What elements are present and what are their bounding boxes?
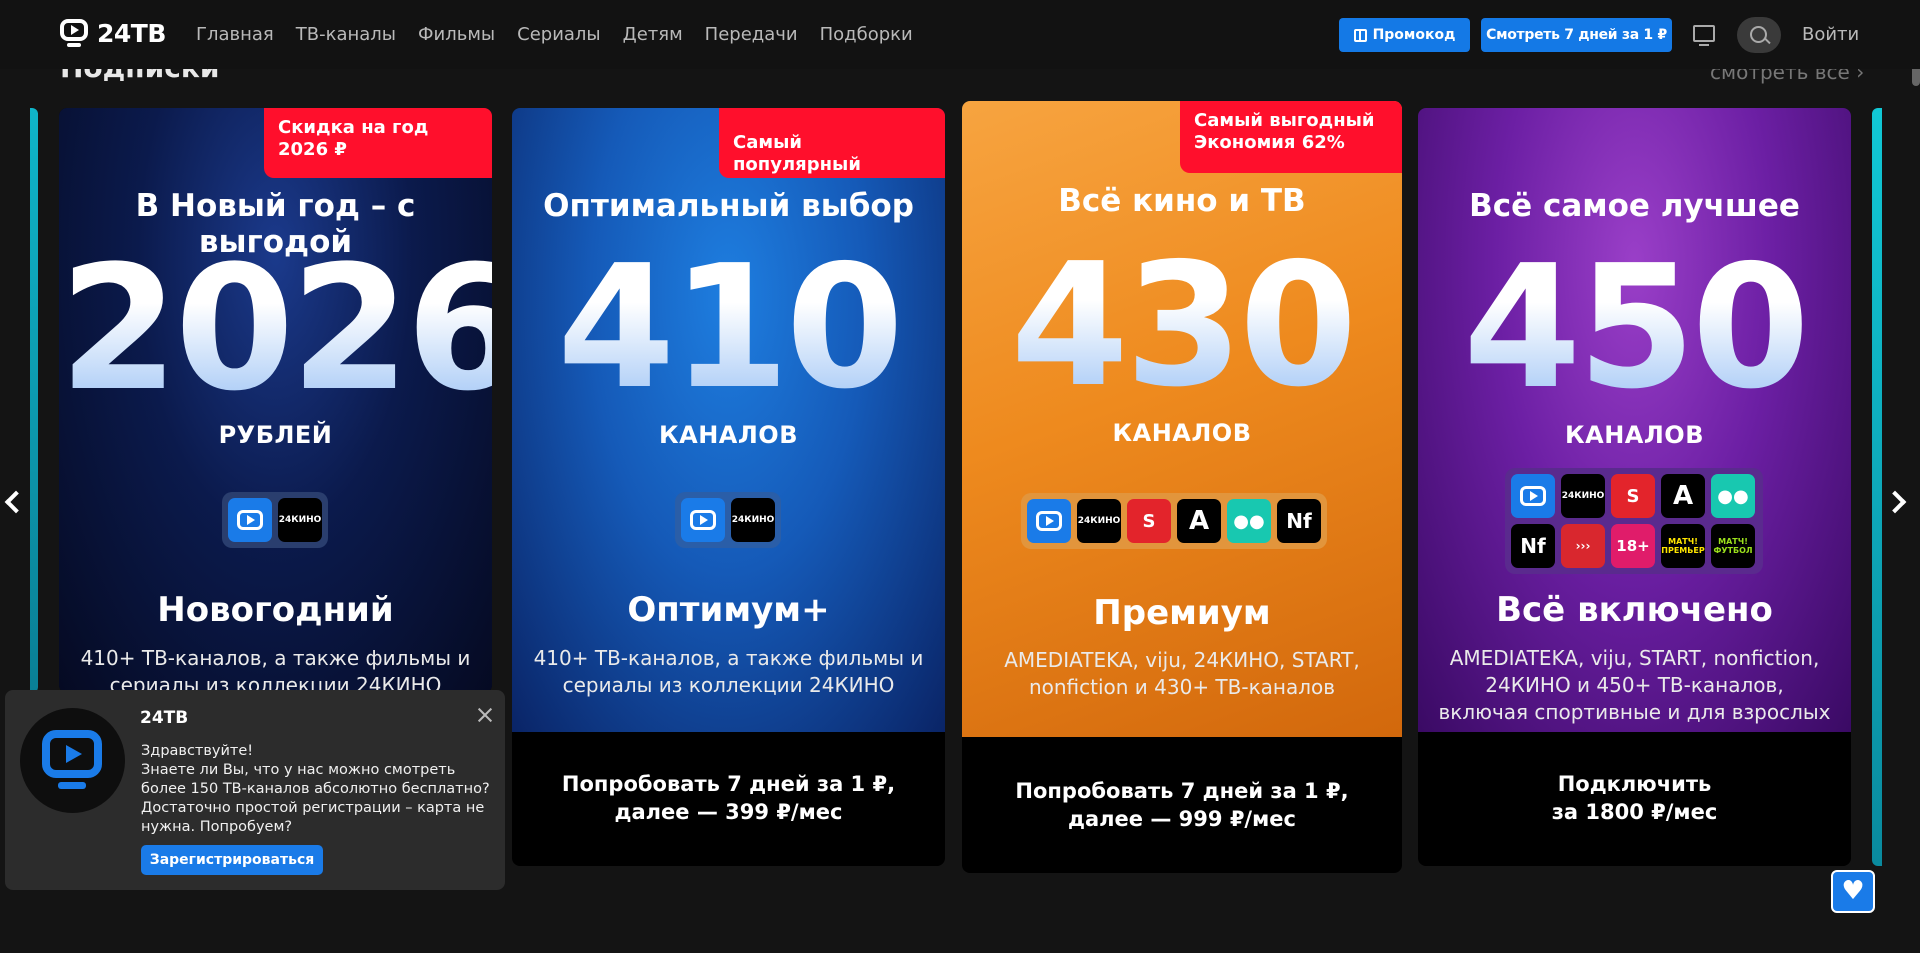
amediateka-channel-icon: A — [1177, 499, 1221, 543]
promo-code-button[interactable]: Промокод — [1339, 18, 1470, 52]
card-big-number: 2026 — [59, 228, 492, 429]
subscription-card-premium[interactable]: Самый выгодный Экономия 62% Всё кино и Т… — [962, 101, 1402, 873]
24tv-channel-icon — [1511, 474, 1555, 518]
card-headline: Всё кино и ТВ — [1058, 183, 1306, 219]
nav-item-kids[interactable]: Детям — [623, 24, 683, 45]
tv-device-icon[interactable] — [1693, 25, 1715, 46]
best-value-badge: Самый выгодный Экономия 62% — [1180, 101, 1402, 173]
plan-name: Новогодний — [157, 590, 394, 630]
plan-description: AMEDIATEKA, viju, 24КИНО, START, nonfict… — [1004, 648, 1360, 699]
support-chat-icon[interactable] — [1831, 870, 1875, 913]
nav-item-home[interactable]: Главная — [196, 24, 274, 45]
nonfiction-channel-icon: Nf — [1277, 499, 1321, 543]
24kino-channel-icon: 24КИНО — [731, 498, 775, 542]
card-big-number: 410 — [512, 243, 945, 413]
nav-item-collections[interactable]: Подборки — [820, 24, 913, 45]
card-unit: РУБЛЕЙ — [218, 421, 333, 449]
adult-channel-icon: 18+ — [1611, 524, 1655, 568]
viju-channel-icon: ●● — [1227, 499, 1271, 543]
plan-name: Оптимум+ — [627, 590, 830, 630]
close-icon[interactable] — [475, 705, 495, 725]
channel-icons: 24КИНО — [222, 492, 328, 548]
start-channel-icon: S — [1611, 474, 1655, 518]
nav-item-tv-channels[interactable]: ТВ-каналы — [296, 24, 396, 45]
nav-item-shows[interactable]: Передачи — [705, 24, 798, 45]
card-unit: КАНАЛОВ — [659, 421, 798, 449]
nastroy-kino-channel-icon: ››› — [1561, 524, 1605, 568]
plan-description: AMEDIATEKA, viju, START, nonfiction, 24К… — [1438, 646, 1831, 724]
channel-icons: 24КИНО S A ●● Nf ››› 18+ МАТЧ! ПРЕМЬЕР М… — [1505, 468, 1763, 574]
nav-item-movies[interactable]: Фильмы — [418, 24, 495, 45]
nonfiction-channel-icon: Nf — [1511, 524, 1555, 568]
card-unit: КАНАЛОВ — [1565, 421, 1704, 449]
subscription-card-all-inclusive[interactable]: Всё самое лучшее 450 КАНАЛОВ 24КИНО S A … — [1418, 108, 1851, 866]
popular-badge: Самый популярный — [719, 108, 945, 178]
match-premier-channel-icon: МАТЧ! ПРЕМЬЕР — [1661, 524, 1705, 568]
next-card-peek — [1872, 108, 1882, 866]
discount-badge: Скидка на год 2026 ₽ — [264, 108, 492, 178]
24tv-channel-icon — [681, 498, 725, 542]
plan-description: 410+ ТВ-каналов, а также фильмы и сериал… — [80, 646, 471, 693]
start-channel-icon: S — [1127, 499, 1171, 543]
popup-sender-name: 24ТВ — [140, 708, 189, 728]
logo-text: 24ТВ — [97, 18, 166, 48]
amediateka-channel-icon: A — [1661, 474, 1705, 518]
24tv-channel-icon — [1027, 499, 1071, 543]
plan-cta[interactable]: Попробовать 7 дней за 1 ₽, далее — 399 ₽… — [512, 770, 945, 826]
24kino-channel-icon: 24КИНО — [1561, 474, 1605, 518]
promo-code-label: Промокод — [1372, 27, 1456, 43]
card-headline: Оптимальный выбор — [543, 188, 914, 224]
plan-name: Всё включено — [1496, 590, 1773, 630]
plan-cta[interactable]: Попробовать 7 дней за 1 ₽, далее — 999 ₽… — [962, 777, 1402, 833]
search-icon[interactable] — [1737, 17, 1781, 53]
card-headline: Всё самое лучшее — [1469, 188, 1800, 224]
24tv-avatar-icon — [20, 708, 125, 813]
main-nav: Главная ТВ-каналы Фильмы Сериалы Детям П… — [196, 24, 913, 45]
subscription-card-optimum[interactable]: Самый популярный Оптимальный выбор 410 К… — [512, 108, 945, 866]
login-link[interactable]: Войти — [1802, 24, 1859, 45]
watch-trial-button[interactable]: Смотреть 7 дней за 1 ₽ — [1481, 18, 1672, 52]
welcome-popup: 24ТВ Здравствуйте! Знаете ли Вы, что у н… — [5, 690, 505, 890]
card-big-number: 450 — [1418, 243, 1851, 413]
plan-description: 410+ ТВ-каналов, а также фильмы и сериал… — [533, 646, 924, 697]
viju-channel-icon: ●● — [1711, 474, 1755, 518]
match-football-channel-icon: МАТЧ! ФУТБОЛ — [1711, 524, 1755, 568]
card-unit: КАНАЛОВ — [1112, 419, 1252, 447]
top-navigation-bar: 24ТВ Главная ТВ-каналы Фильмы Сериалы Де… — [0, 0, 1920, 69]
plan-cta[interactable]: Подключить за 1800 ₽/мес — [1418, 770, 1851, 826]
gift-icon — [1353, 28, 1367, 42]
register-button[interactable]: Зарегистрироваться — [141, 845, 323, 875]
subscription-card-new-year[interactable]: Скидка на год 2026 ₽ В Новый год – с выг… — [59, 108, 492, 693]
24tv-channel-icon — [228, 498, 272, 542]
card-big-number: 430 — [962, 241, 1402, 411]
tv-logo-icon — [59, 18, 89, 48]
24kino-channel-icon: 24КИНО — [278, 498, 322, 542]
channel-icons: 24КИНО — [675, 492, 781, 548]
popup-message: Здравствуйте! Знаете ли Вы, что у нас мо… — [141, 743, 490, 835]
carousel-next-arrow-icon[interactable] — [1888, 490, 1904, 512]
channel-icons: 24КИНО S A ●● Nf — [1021, 493, 1327, 549]
24kino-channel-icon: 24КИНО — [1077, 499, 1121, 543]
plan-name: Премиум — [1093, 593, 1271, 633]
site-logo[interactable]: 24ТВ — [59, 18, 166, 48]
previous-card-peek — [30, 108, 38, 693]
carousel-prev-arrow-icon[interactable] — [3, 490, 19, 512]
nav-item-series[interactable]: Сериалы — [517, 24, 601, 45]
